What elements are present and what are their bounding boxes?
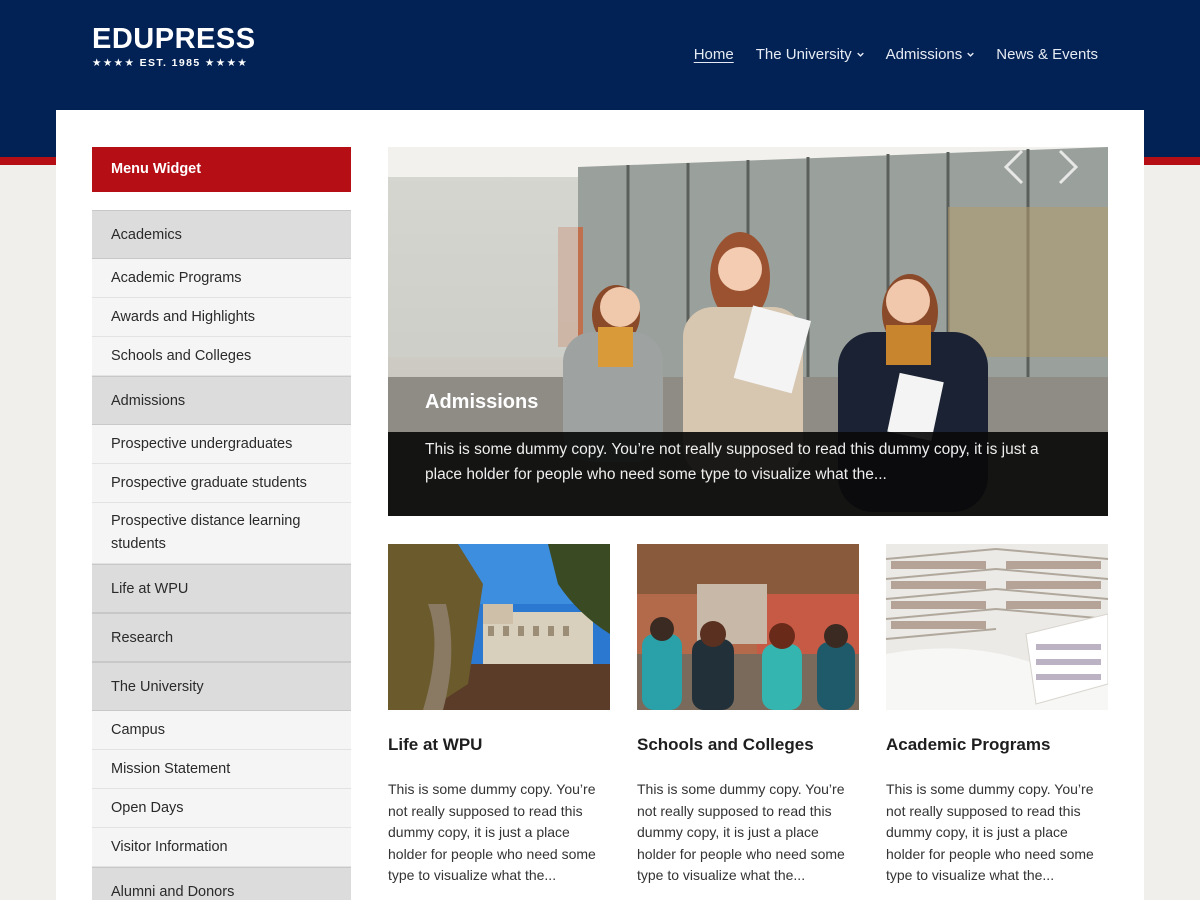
nav-item-news-events[interactable]: News & Events xyxy=(996,46,1098,63)
logo-name: EDUPRESS xyxy=(92,23,256,55)
chevron-down-icon xyxy=(967,52,975,57)
sidebar-item-prospective-distance[interactable]: Prospective distance learning students xyxy=(92,503,351,564)
post-image[interactable] xyxy=(886,544,1108,710)
sidebar-item-the-university[interactable]: The University xyxy=(92,662,351,711)
sidebar-item-prospective-graduate[interactable]: Prospective graduate students xyxy=(92,464,351,503)
hero-slider[interactable]: Admissions This is some dummy copy. You’… xyxy=(388,147,1108,516)
sidebar-item-campus[interactable]: Campus xyxy=(92,711,351,750)
hero-excerpt: This is some dummy copy. You’re not real… xyxy=(425,441,1039,483)
sidebar-menu: Academics Academic Programs Awards and H… xyxy=(92,210,351,900)
hero-title[interactable]: Admissions xyxy=(425,391,538,414)
sidebar-item-schools-colleges[interactable]: Schools and Colleges xyxy=(92,337,351,376)
post-image[interactable] xyxy=(388,544,610,710)
nav-item-label: Admissions xyxy=(885,46,963,63)
sidebar-item-life-at-wpu[interactable]: Life at WPU xyxy=(92,564,351,613)
sidebar-item-alumni-donors[interactable]: Alumni and Donors xyxy=(92,867,351,900)
menu-widget-title: Menu Widget xyxy=(92,147,351,192)
sidebar-item-academic-programs[interactable]: Academic Programs xyxy=(92,259,351,298)
nav-item-label: Home xyxy=(693,46,734,63)
nav-item-home[interactable]: Home xyxy=(694,46,734,63)
sidebar-item-awards-highlights[interactable]: Awards and Highlights xyxy=(92,298,351,337)
sidebar-item-admissions[interactable]: Admissions xyxy=(92,376,351,425)
site-logo[interactable]: EDUPRESS ★★★★ EST. 1985 ★★★★ xyxy=(92,24,256,69)
post-excerpt: This is some dummy copy. You’re not real… xyxy=(886,781,1094,883)
sidebar-item-academics[interactable]: Academics xyxy=(92,210,351,259)
nav-item-label: The University xyxy=(755,46,852,63)
post-title[interactable]: Life at WPU xyxy=(388,735,610,755)
post-card: Academic Programs This is some dummy cop… xyxy=(886,544,1108,887)
main-nav: Home The University Admissions News & Ev… xyxy=(694,46,1098,63)
sidebar-item-visitor-information[interactable]: Visitor Information xyxy=(92,828,351,867)
post-excerpt: This is some dummy copy. You’re not real… xyxy=(637,781,845,883)
post-image[interactable] xyxy=(637,544,859,710)
post-excerpt: This is some dummy copy. You’re not real… xyxy=(388,781,596,883)
sidebar-item-open-days[interactable]: Open Days xyxy=(92,789,351,828)
post-title[interactable]: Academic Programs xyxy=(886,735,1108,755)
post-card: Schools and Colleges This is some dummy … xyxy=(637,544,859,887)
chevron-left-icon[interactable] xyxy=(1000,147,1028,187)
content-card: Menu Widget Academics Academic Programs … xyxy=(56,110,1144,900)
nav-item-the-university[interactable]: The University xyxy=(756,46,864,63)
sidebar-item-research[interactable]: Research xyxy=(92,613,351,662)
chevron-down-icon xyxy=(856,52,864,57)
nav-item-admissions[interactable]: Admissions xyxy=(886,46,975,63)
nav-item-label: News & Events xyxy=(996,46,1098,63)
sidebar-item-mission-statement[interactable]: Mission Statement xyxy=(92,750,351,789)
sidebar-item-prospective-undergraduates[interactable]: Prospective undergraduates xyxy=(92,425,351,464)
chevron-right-icon[interactable] xyxy=(1054,147,1082,187)
post-title[interactable]: Schools and Colleges xyxy=(637,735,859,755)
post-card: Life at WPU This is some dummy copy. You… xyxy=(388,544,610,887)
logo-tagline: ★★★★ EST. 1985 ★★★★ xyxy=(92,57,249,69)
